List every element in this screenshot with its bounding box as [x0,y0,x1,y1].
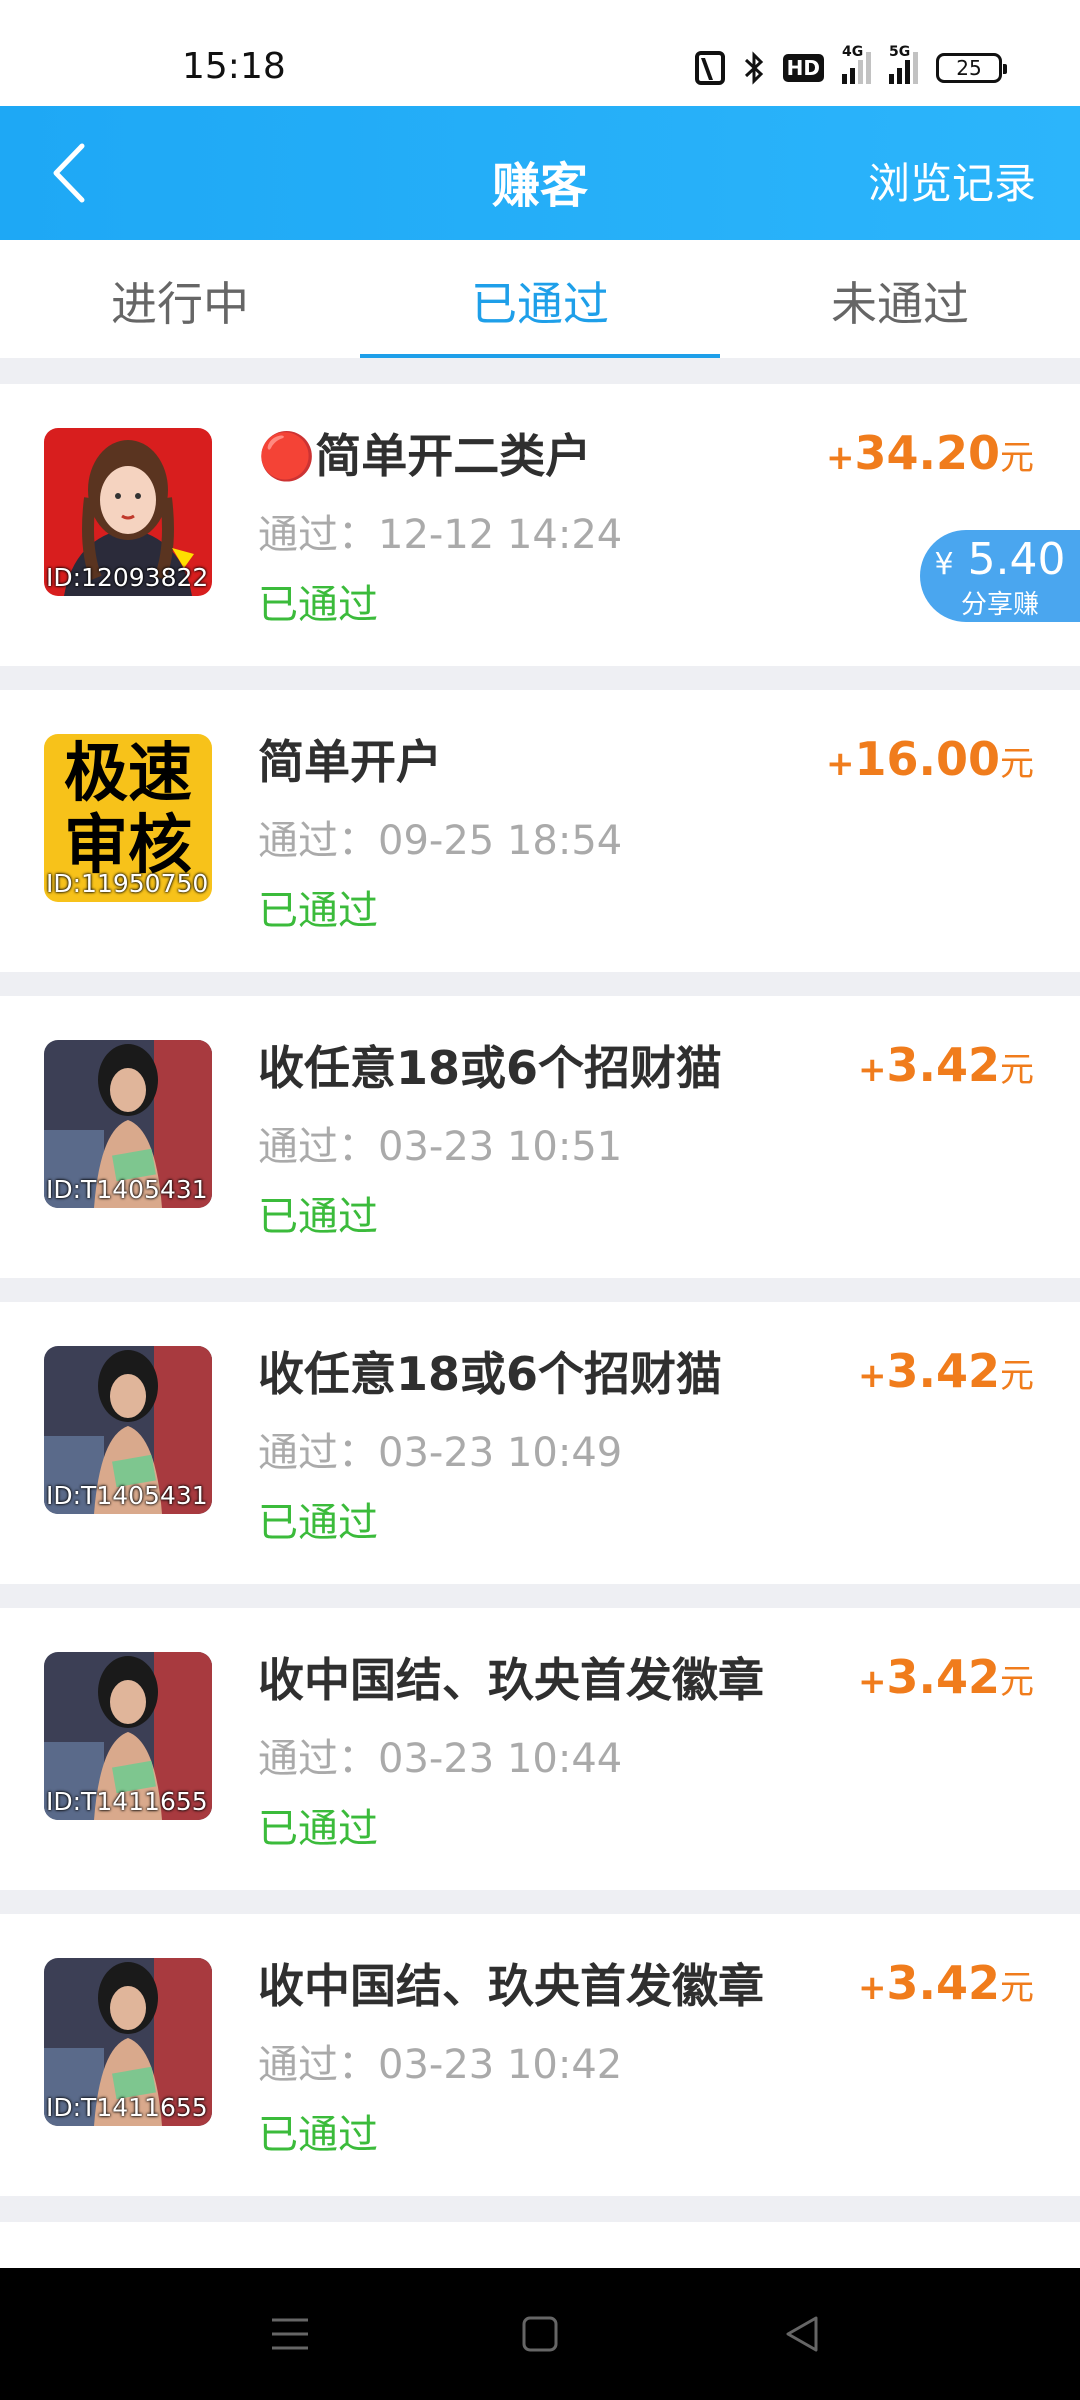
task-id-label: ID:T1411655 [46,1787,208,1816]
nfc-icon [694,51,725,85]
task-id-label: ID:T1405431 [46,1481,208,1510]
task-thumbnail: ID:T1411655 [44,1652,212,1820]
tab-rejected[interactable]: 未通过 [720,240,1080,358]
task-id-label: ID:11950750 [46,869,209,898]
task-title: 🔴简单开二类户 [258,429,592,483]
task-thumbnail: ID:T1405431 [44,1346,212,1514]
task-reward: +16.00元 [825,732,1034,786]
task-title: 收任意18或6个招财猫 [258,1041,723,1095]
task-pass-time: 通过：03-23 10:44 [258,1736,623,1782]
task-status: 已通过 [258,2112,378,2158]
task-id-label: ID:T1411655 [46,2093,208,2122]
tab-bar: 进行中 已通过 未通过 [0,240,1080,358]
task-id-label: ID:T1405431 [46,1175,208,1204]
task-card[interactable]: ID:12093822 🔴简单开二类户 通过：12-12 14:24 已通过 +… [0,384,1080,666]
hd-voice-icon: HD [782,54,824,82]
task-status: 已通过 [258,1500,378,1546]
menu-icon [272,2318,308,2350]
tab-in-progress[interactable]: 进行中 [0,240,360,358]
task-thumbnail: ID:12093822 [44,428,212,596]
battery-icon: 25 [936,53,1007,83]
signal-4g-icon: 4G [842,44,871,84]
status-time: 15:18 [182,46,286,87]
task-thumbnail: ID:T1405431 [44,1040,212,1208]
task-id-label: ID:12093822 [46,563,209,592]
task-pass-time: 通过：12-12 14:24 [258,512,623,558]
task-card[interactable]: ID:T1405431 收任意18或6个招财猫 通过：03-23 10:49 已… [0,1302,1080,1584]
task-reward: +3.42元 [858,1650,1034,1704]
task-title: 收任意18或6个招财猫 [258,1347,723,1401]
task-reward: +3.42元 [858,1344,1034,1398]
task-card[interactable]: 极速 审核 ID:11950750 简单开户 通过：09-25 18:54 已通… [0,690,1080,972]
app-header: 赚客 浏览记录 [0,106,1080,240]
task-status: 已通过 [258,1194,378,1240]
task-thumbnail: ID:T1411655 [44,1958,212,2126]
share-earn-button[interactable]: ¥ 5.40 分享赚 [920,530,1080,622]
browse-history-link[interactable]: 浏览记录 [868,150,1036,211]
signal-5g-icon: 5G [889,44,918,84]
bluetooth-icon [743,50,765,86]
task-status: 已通过 [258,888,378,934]
back-triangle-icon [786,2316,818,2352]
task-thumbnail: 极速 审核 ID:11950750 [44,734,212,902]
task-pass-time: 通过：03-23 10:51 [258,1124,623,1170]
task-status: 已通过 [258,582,378,628]
task-card[interactable]: ID:T1405431 收任意18或6个招财猫 通过：03-23 10:51 已… [0,996,1080,1278]
task-status: 已通过 [258,1806,378,1852]
home-icon [522,2316,558,2352]
task-pass-time: 通过：09-25 18:54 [258,818,623,864]
task-title: 简单开户 [258,735,442,789]
menu-nav-button[interactable] [268,2312,312,2356]
task-reward: +3.42元 [858,1956,1034,2010]
task-reward: +3.42元 [858,1038,1034,1092]
task-card[interactable]: ID:T1411655 收中国结、玖央首发徽章 通过：03-23 10:42 已… [0,1914,1080,2196]
system-nav-bar [0,2268,1080,2400]
task-card[interactable]: ID:T1411655 收中国结、玖央首发徽章 通过：03-23 10:44 已… [0,1608,1080,1890]
status-bar: 15:18 HD 4G 5G 25 [0,0,1080,106]
back-nav-button[interactable] [780,2312,824,2356]
task-pass-time: 通过：03-23 10:42 [258,2042,623,2088]
task-pass-time: 通过：03-23 10:49 [258,1430,623,1476]
status-icons: HD 4G 5G 25 [694,44,1007,88]
task-title: 收中国结、玖央首发徽章 [258,1653,764,1707]
task-reward: +34.20元 [825,426,1034,480]
task-title: 收中国结、玖央首发徽章 [258,1959,764,2013]
tab-approved[interactable]: 已通过 [360,240,720,358]
task-card-partial[interactable] [0,2222,1080,2268]
home-nav-button[interactable] [518,2312,562,2356]
